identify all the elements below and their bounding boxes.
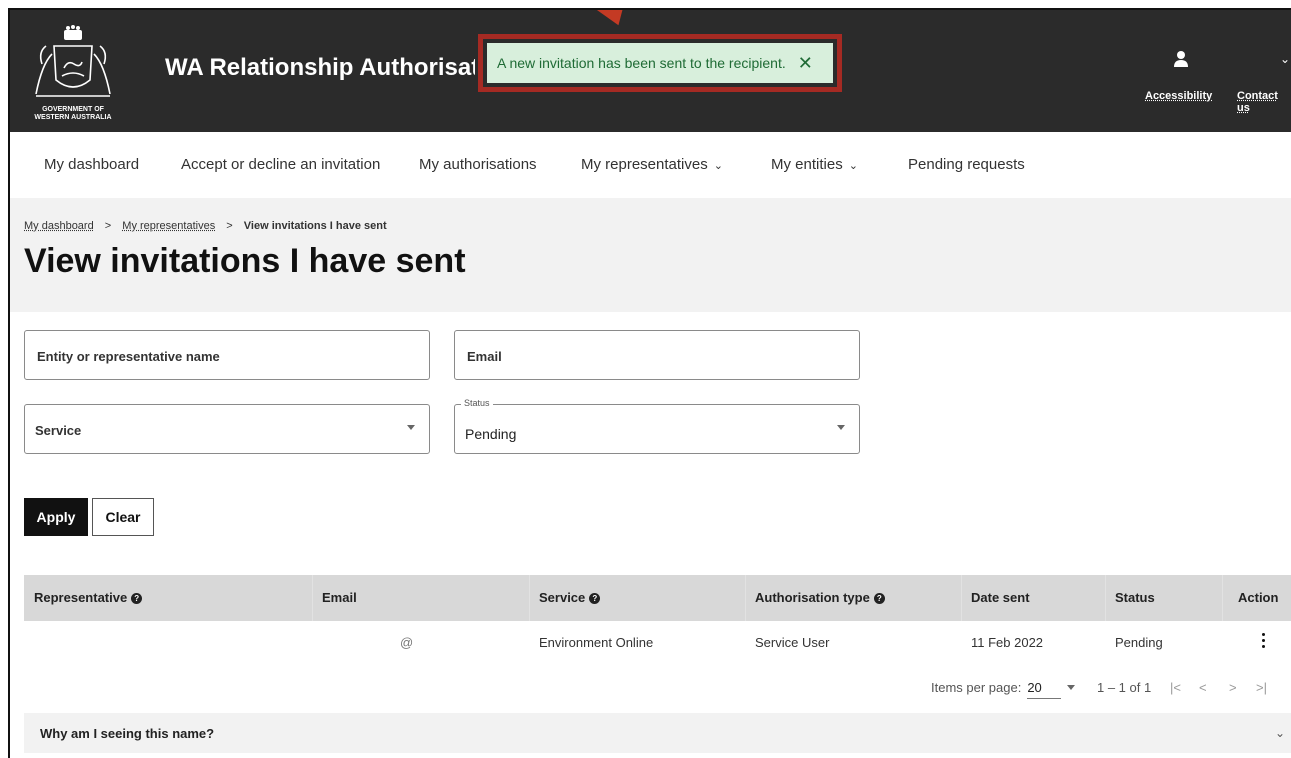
chevron-down-icon: ⌄ xyxy=(1274,726,1285,740)
nav-pending-requests[interactable]: Pending requests xyxy=(908,156,1025,173)
th-representative[interactable]: Representative? xyxy=(34,590,143,605)
help-icon[interactable]: ? xyxy=(873,593,885,604)
breadcrumb-separator: > xyxy=(226,220,233,232)
th-action: Action xyxy=(1238,590,1279,605)
entity-name-input[interactable] xyxy=(35,331,419,381)
service-select-value: Service xyxy=(35,423,82,438)
cell-service: Environment Online xyxy=(539,635,654,650)
th-service[interactable]: Service? xyxy=(539,590,601,605)
government-crest-logo[interactable]: GOVERNMENT OF WESTERN AUSTRALIA xyxy=(24,24,122,121)
previous-page-icon[interactable]: < xyxy=(1199,680,1207,695)
close-icon[interactable]: ✕ xyxy=(798,53,813,74)
clear-button[interactable]: Clear xyxy=(92,498,154,536)
th-date-sent: Date sent xyxy=(971,590,1030,605)
breadcrumb-separator: > xyxy=(104,220,112,232)
chevron-down-icon: ⌄ xyxy=(848,160,858,172)
email-field[interactable] xyxy=(454,330,860,381)
nav-my-representatives[interactable]: My representatives ⌄ xyxy=(581,156,723,173)
caret-down-icon xyxy=(837,425,845,430)
th-status: Status xyxy=(1115,590,1155,605)
last-page-icon[interactable]: >| xyxy=(1256,680,1267,695)
accessibility-link[interactable]: Accessibility xyxy=(1145,90,1212,102)
items-per-page-value[interactable]: 20 xyxy=(1027,680,1062,699)
next-page-icon[interactable]: > xyxy=(1229,680,1237,695)
apply-button[interactable]: Apply xyxy=(24,498,88,536)
status-select-value: Pending xyxy=(465,426,517,442)
first-page-icon[interactable]: |< xyxy=(1170,680,1181,695)
th-authorisation-type[interactable]: Authorisation type? xyxy=(755,590,885,605)
table-row[interactable]: @ Environment Online Service User 11 Feb… xyxy=(24,621,1291,667)
email-input[interactable] xyxy=(465,331,849,381)
nav-my-authorisations[interactable]: My authorisations xyxy=(419,156,537,173)
breadcrumb-my-representatives[interactable]: My representatives xyxy=(122,220,215,232)
items-per-page-control[interactable]: Items per page: 20 xyxy=(931,680,1076,699)
more-actions-icon[interactable] xyxy=(1262,633,1266,651)
app-title: WA Relationship Authorisations xyxy=(165,54,475,81)
caret-down-icon[interactable] xyxy=(1067,685,1076,690)
user-icon[interactable] xyxy=(1173,50,1189,68)
accordion-title: Why am I seeing this name? xyxy=(40,726,215,741)
pagination-range: 1 – 1 of 1 xyxy=(1097,680,1152,695)
page-title-bar: My dashboard > My representatives > View… xyxy=(10,198,1291,312)
breadcrumb: My dashboard > My representatives > View… xyxy=(24,220,387,232)
nav-my-entities-label: My entities xyxy=(771,156,843,173)
items-per-page-label: Items per page: xyxy=(931,680,1022,695)
contact-us-link[interactable]: Contact us xyxy=(1237,90,1291,114)
cell-date-sent: 11 Feb 2022 xyxy=(971,635,1044,650)
cell-email: @ xyxy=(400,635,414,650)
help-icon[interactable]: ? xyxy=(589,593,601,604)
help-icon[interactable]: ? xyxy=(131,593,143,604)
th-representative-label: Representative xyxy=(34,590,128,605)
status-label: Status xyxy=(461,398,493,408)
success-toast: A new invitation has been sent to the re… xyxy=(478,34,842,92)
toast-message: A new invitation has been sent to the re… xyxy=(497,55,786,71)
main-nav: My dashboard Accept or decline an invita… xyxy=(10,132,1291,199)
table-header: Representative? Email Service? Authorisa… xyxy=(24,575,1291,621)
browser-frame: GOVERNMENT OF WESTERN AUSTRALIA WA Relati… xyxy=(8,8,1291,758)
chevron-down-icon: ⌄ xyxy=(713,160,723,172)
nav-my-representatives-label: My representatives xyxy=(581,156,708,173)
breadcrumb-current: View invitations I have sent xyxy=(243,220,387,232)
nav-accept-decline-invitation[interactable]: Accept or decline an invitation xyxy=(181,156,380,173)
th-authorisation-type-label: Authorisation type xyxy=(755,590,870,605)
status-select[interactable]: Status Pending xyxy=(454,398,860,454)
why-name-accordion[interactable]: Why am I seeing this name? ⌄ xyxy=(24,713,1291,753)
chevron-down-icon[interactable]: ⌄ xyxy=(1280,52,1290,66)
th-email: Email xyxy=(322,590,357,605)
caret-down-icon xyxy=(407,425,415,430)
service-select[interactable]: Service xyxy=(24,404,430,454)
toast-body: A new invitation has been sent to the re… xyxy=(487,43,833,83)
crest-label: GOVERNMENT OF WESTERN AUSTRALIA xyxy=(34,106,112,121)
nav-my-entities[interactable]: My entities ⌄ xyxy=(771,156,858,173)
th-service-label: Service xyxy=(539,590,586,605)
crest-icon xyxy=(35,25,111,97)
breadcrumb-my-dashboard[interactable]: My dashboard xyxy=(24,220,94,232)
entity-name-field[interactable] xyxy=(24,330,430,381)
cell-authorisation-type: Service User xyxy=(755,635,830,650)
nav-my-dashboard[interactable]: My dashboard xyxy=(44,156,139,173)
cell-status: Pending xyxy=(1115,635,1163,650)
page-title: View invitations I have sent xyxy=(24,242,466,280)
